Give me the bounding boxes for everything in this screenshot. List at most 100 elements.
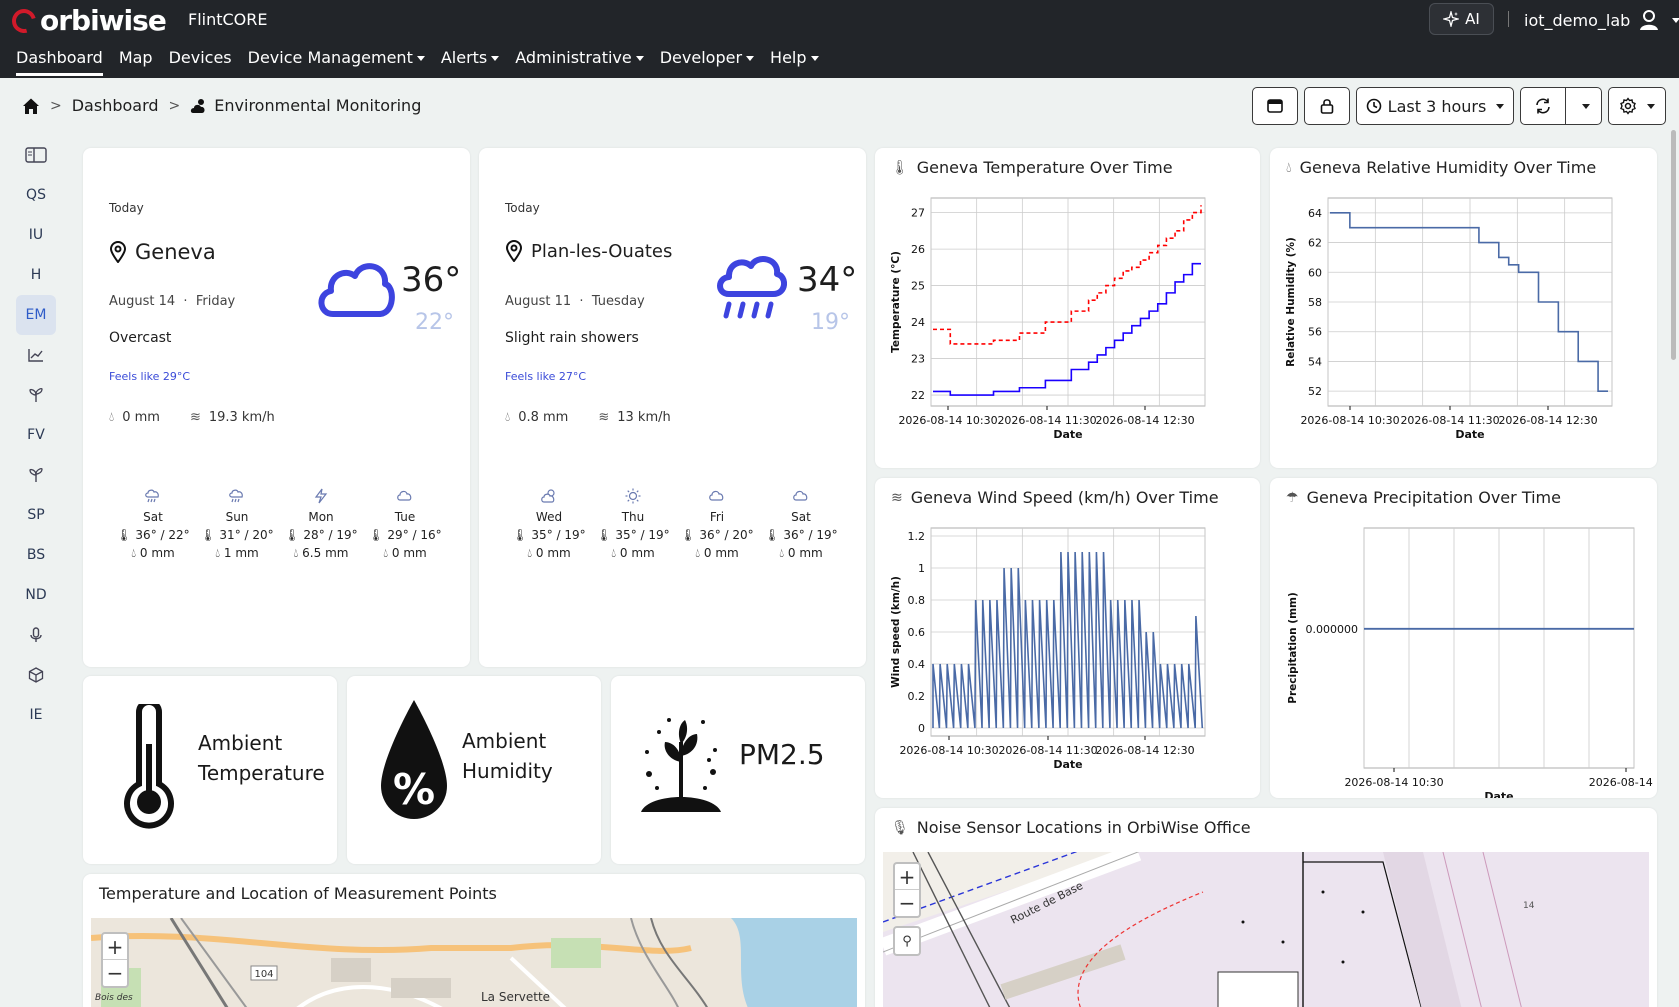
ambient-temperature-tile[interactable]: Ambient Temperature (83, 676, 337, 864)
x-tick-label: 2026-08-14 11:30 (998, 744, 1097, 757)
chevron-down-icon (491, 56, 500, 61)
map-search-control[interactable]: ⚲ (893, 926, 921, 956)
settings-dropdown[interactable] (1608, 87, 1666, 125)
pm25-tile[interactable]: PM2.5 (611, 676, 865, 864)
nav-item-dashboard[interactable]: Dashboard (16, 48, 111, 76)
y-tick-label: 27 (911, 207, 925, 220)
lock-button[interactable] (1304, 87, 1350, 125)
x-tick-label: 2026-08-14 10:30 (899, 744, 998, 757)
cloud-icon (363, 488, 447, 508)
x-tick-label: 2026-08-14 10:30 (898, 414, 997, 427)
rail-item-iu[interactable]: IU (16, 215, 56, 255)
breadcrumb-dashboard[interactable]: Dashboard (72, 96, 159, 115)
thermometer-icon: 🌡︎ (368, 528, 384, 542)
weather-date-value: August 14 (109, 294, 176, 309)
user-menu[interactable]: iot_demo_lab (1524, 9, 1679, 31)
forecast-day: Sat 🌡︎ 36° / 19° 💧︎ 0 mm (759, 488, 843, 562)
forecast-temp-value: 36° / 22° (135, 528, 190, 542)
ambient-humidity-tile[interactable]: % Ambient Humidity (347, 676, 601, 864)
forecast-temp-value: 29° / 16° (387, 528, 442, 542)
nav-item-developer[interactable]: Developer (660, 48, 762, 76)
chart-title-text: Geneva Relative Humidity Over Time (1299, 158, 1597, 177)
chevron-down-icon (746, 56, 755, 61)
refresh-button[interactable] (1520, 87, 1566, 125)
forecast-temp: 🌡︎ 35° / 19° (591, 526, 675, 544)
breadcrumb-current-label: Environmental Monitoring (214, 96, 422, 115)
humidity-chart[interactable]: 525456586062642026-08-14 10:30 2026-08-14… (1270, 192, 1657, 468)
weather-city-name: Geneva (135, 240, 216, 264)
cloud-icon (759, 488, 843, 508)
temperature-chart[interactable]: 2223242526272026-08-14 10:30 2026-08-14 1… (875, 192, 1260, 468)
rail-item-fv[interactable]: FV (16, 415, 56, 455)
rail-item-qs[interactable]: QS (16, 175, 56, 215)
map-building-label: 14 (1523, 901, 1535, 911)
chart-title: 💧︎ Geneva Relative Humidity Over Time (1286, 158, 1596, 177)
wind-chart-card: ≋ Geneva Wind Speed (km/h) Over Time 0 0.2… (875, 478, 1260, 798)
zoom-in-button[interactable]: + (895, 864, 919, 890)
rail-item-chart[interactable] (16, 335, 56, 375)
nav-item-map[interactable]: Map (119, 48, 161, 76)
rail-item-em[interactable]: EM (16, 295, 56, 335)
rail-item-sp[interactable]: SP (16, 495, 56, 535)
map-title: Temperature and Location of Measurement … (99, 884, 497, 903)
y-tick-label: 0.4 (908, 658, 926, 671)
nav-item-devices[interactable]: Devices (169, 48, 240, 76)
drizzle-icon (111, 488, 195, 508)
dashboard-rail: QS IU H EM FV SP BS ND IE (16, 135, 56, 735)
nav-item-administrative[interactable]: Administrative (515, 48, 651, 76)
x-axis-label: Date (1053, 428, 1082, 441)
chevron-down-icon (635, 56, 644, 61)
rail-item-sprout[interactable] (16, 375, 56, 415)
sparkle-icon (1443, 11, 1460, 27)
weather-today-label: Today (505, 201, 540, 215)
humidity-drop-icon: % (381, 700, 447, 819)
y-tick-label: 0.2 (908, 690, 926, 703)
nav-item-alerts[interactable]: Alerts (441, 48, 507, 76)
measurement-points-map[interactable]: 104 La Servette Bois des (91, 918, 857, 1007)
y-tick-label: 1.2 (908, 530, 926, 543)
droplet-icon: 💧︎ (527, 546, 533, 560)
weather-card-geneva: Today Geneva August 14 · Friday Overcast… (83, 148, 470, 667)
home-icon[interactable] (22, 97, 40, 115)
rail-item-bs[interactable]: BS (16, 535, 56, 575)
wind-chart[interactable]: 00.20.40.60.811.22026-08-14 10:30 2026-08… (875, 522, 1260, 798)
time-range-dropdown[interactable]: Last 3 hours (1356, 87, 1514, 125)
rail-item-sprout-2[interactable] (16, 455, 56, 495)
weather-date-value: August 11 (505, 294, 572, 309)
weather-city-name: Plan-les-Ouates (531, 240, 673, 262)
weather-precip-value: 0 mm (122, 410, 160, 425)
rail-item-ie[interactable]: IE (16, 695, 56, 735)
lock-icon (1320, 99, 1334, 114)
refresh-interval-dropdown[interactable] (1566, 87, 1602, 125)
weather-city: Plan-les-Ouates (505, 240, 672, 262)
noise-sensor-map[interactable]: Route de Base 14 (883, 852, 1649, 1007)
nav-item-device-management[interactable]: Device Management (248, 48, 433, 76)
precipitation-chart[interactable]: 0.000000 2026-08-14 10:30 2026-08-14 1 Date… (1270, 522, 1657, 798)
weather-low-temp: 22° (415, 310, 454, 335)
forecast-temp-value: 36° / 19° (783, 528, 838, 542)
zoom-in-button[interactable]: + (103, 934, 127, 960)
thermometer-icon: 🌡︎ (891, 159, 909, 176)
wind-icon: ≋ (891, 489, 903, 506)
weather-today-label: Today (109, 201, 144, 215)
page-scrollbar[interactable] (1671, 130, 1676, 360)
fullscreen-button[interactable] (1252, 87, 1298, 125)
forecast-temp-value: 35° / 19° (615, 528, 670, 542)
zoom-out-button[interactable]: − (895, 890, 919, 916)
y-tick-label: 64 (1308, 207, 1322, 220)
droplet-icon: 💧︎ (1286, 159, 1292, 176)
x-tick-label: 2026-08-14 1 (1589, 776, 1657, 789)
map-title: 🎙︎ Noise Sensor Locations in OrbiWise Off… (891, 818, 1251, 837)
humidity-chart-card: 💧︎ Geneva Relative Humidity Over Time 52 5… (1270, 148, 1657, 468)
rail-item-mic[interactable] (16, 615, 56, 655)
rail-item-nd[interactable]: ND (16, 575, 56, 615)
rail-item-box[interactable] (16, 655, 56, 695)
rail-toggle[interactable] (16, 135, 56, 175)
ai-button[interactable]: AI (1429, 3, 1494, 35)
rail-item-h[interactable]: H (16, 255, 56, 295)
nav-item-help[interactable]: Help (770, 48, 826, 76)
orbiwise-logo[interactable]: orbiwise (7, 4, 167, 37)
zoom-out-button[interactable]: − (103, 960, 127, 986)
weather-date: August 11 · Tuesday (505, 294, 645, 309)
y-tick-label: 22 (911, 389, 925, 402)
